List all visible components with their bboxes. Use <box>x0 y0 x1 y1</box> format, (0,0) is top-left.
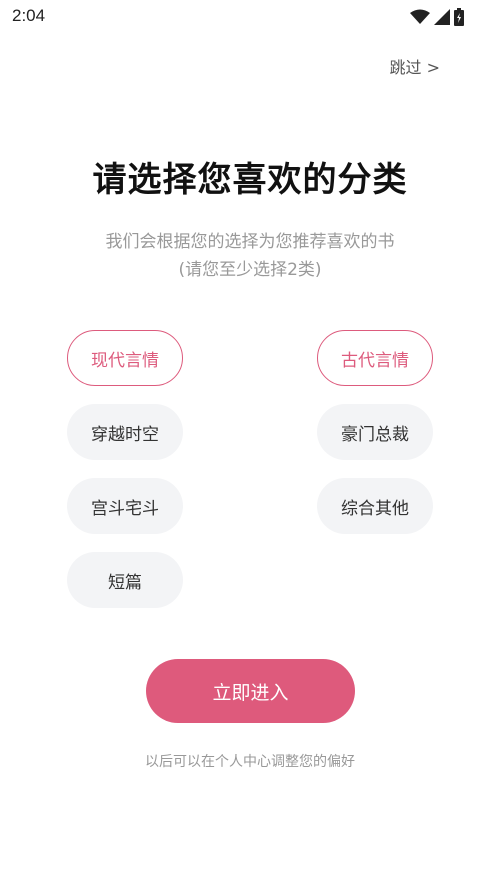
status-icons <box>410 8 464 26</box>
wifi-icon <box>410 9 430 25</box>
subtitle-line-1: 我们会根据您的选择为您推荐喜欢的书 <box>105 232 395 252</box>
battery-icon <box>454 8 464 26</box>
enter-button[interactable]: 立即进入 <box>146 659 355 723</box>
category-chip-ceo-romance[interactable]: 豪门总裁 <box>317 404 433 460</box>
category-chip-other[interactable]: 综合其他 <box>317 478 433 534</box>
category-chip-modern-romance[interactable]: 现代言情 <box>67 330 183 386</box>
category-chip-palace-intrigue[interactable]: 宫斗宅斗 <box>67 478 183 534</box>
skip-button[interactable]: 跳过 > <box>390 54 441 78</box>
category-chip-time-travel[interactable]: 穿越时空 <box>67 404 183 460</box>
status-time: 2:04 <box>12 6 46 25</box>
subtitle: 我们会根据您的选择为您推荐喜欢的书 (请您至少选择2类) <box>0 228 500 284</box>
category-chip-ancient-romance[interactable]: 古代言情 <box>317 330 433 386</box>
signal-icon <box>434 9 450 25</box>
page-title: 请选择您喜欢的分类 <box>92 160 408 200</box>
category-chip-short-stories[interactable]: 短篇 <box>67 552 183 608</box>
status-bar: 2:04 <box>0 0 500 34</box>
subtitle-line-2: (请您至少选择2类) <box>178 260 322 280</box>
footer-hint: 以后可以在个人中心调整您的偏好 <box>145 754 355 770</box>
